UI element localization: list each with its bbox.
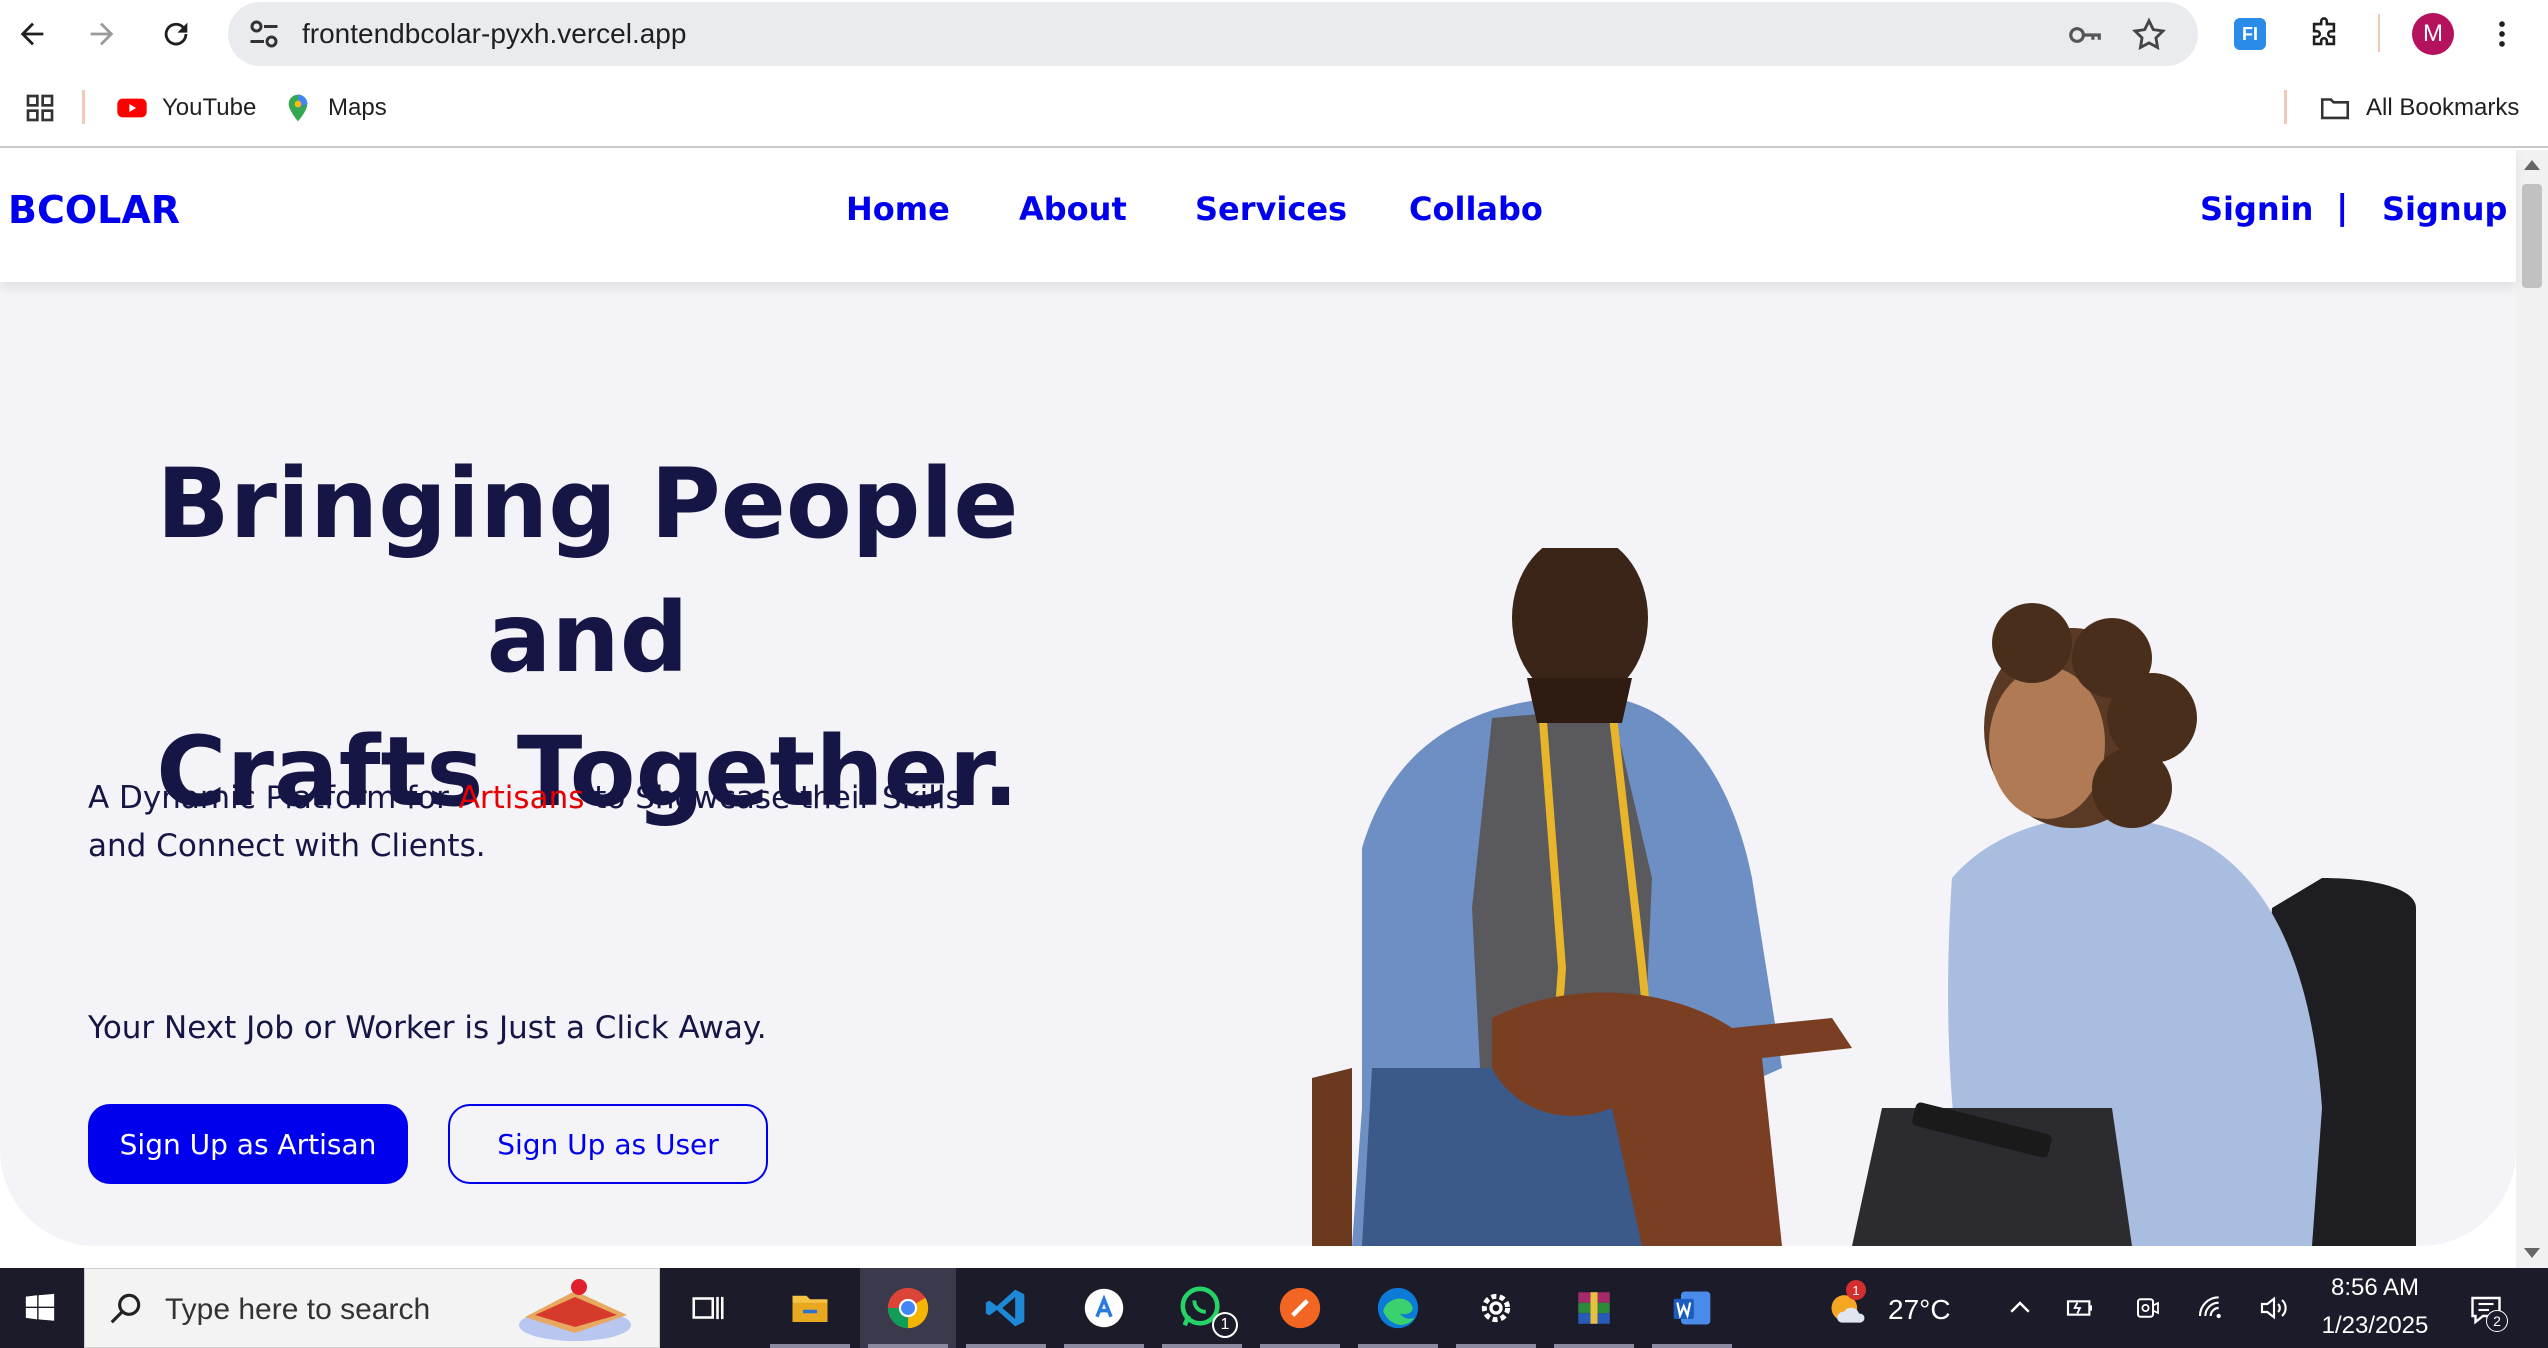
windows-logo-icon — [25, 1293, 55, 1321]
clock-date: 1/23/2025 — [2321, 1312, 2429, 1339]
toolbar-divider — [2378, 14, 2380, 52]
taskbar-edge[interactable] — [1350, 1268, 1446, 1348]
reload-icon — [164, 22, 188, 46]
weather-icon[interactable]: 1 — [1826, 1280, 1870, 1330]
app-store-icon — [1084, 1288, 1124, 1328]
taskbar-clock[interactable]: 8:56 AM 1/23/2025 — [2310, 1274, 2440, 1342]
signup-artisan-button[interactable]: Sign Up as Artisan — [88, 1104, 408, 1184]
browser-toolbar: frontendbcolar-pyxh.vercel.app FI M — [0, 0, 2548, 68]
auth-separator: | — [2336, 188, 2349, 228]
signup-user-button[interactable]: Sign Up as User — [448, 1104, 768, 1184]
taskbar-word[interactable] — [1644, 1268, 1740, 1348]
volume-icon[interactable] — [2256, 1290, 2292, 1326]
taskbar-search-box[interactable]: Type here to search — [84, 1268, 660, 1348]
scroll-down-arrow-icon[interactable] — [2524, 1248, 2540, 1258]
show-hidden-icons-chevron-icon[interactable] — [2002, 1290, 2038, 1326]
page-viewport: BCOLAR Home About Services Collabo Signi… — [0, 150, 2548, 1268]
hero-tagline: Your Next Job or Worker is Just a Click … — [88, 1010, 767, 1046]
reload-button[interactable] — [152, 10, 200, 58]
weather-temperature[interactable]: 27°C — [1888, 1294, 1951, 1326]
hero-section: Bringing People and Crafts Together. A D… — [0, 282, 2516, 1246]
taskbar-vscode[interactable] — [958, 1268, 1054, 1348]
bookmark-maps-label: Maps — [328, 94, 387, 121]
taskbar-file-explorer[interactable] — [762, 1268, 858, 1348]
taskbar-winrar[interactable] — [1546, 1268, 1642, 1348]
pie-illustration-icon — [519, 1279, 631, 1341]
word-icon — [1673, 1291, 1711, 1325]
all-bookmarks-label: All Bookmarks — [2366, 94, 2520, 121]
signin-link[interactable]: Signin — [2200, 190, 2313, 228]
bookmarks-bar: YouTube Maps All Bookmarks — [0, 68, 2548, 148]
hero-photo — [1312, 548, 2416, 1246]
hero-description: A Dynamic Platform for Artisans to Showc… — [88, 774, 968, 870]
extension-fi-icon[interactable]: FI — [2228, 12, 2272, 56]
signup-link[interactable]: Signup — [2382, 190, 2507, 228]
taskbar-chrome[interactable] — [860, 1268, 956, 1348]
bookmarks-divider — [2284, 90, 2287, 124]
nav-collabo[interactable]: Collabo — [1409, 190, 1543, 228]
nav-about[interactable]: About — [1019, 190, 1127, 228]
task-view-button[interactable] — [660, 1268, 756, 1348]
page-scrollbar[interactable] — [2516, 150, 2548, 1268]
hero-title-line1: Bringing People and — [156, 448, 1019, 694]
task-view-icon — [692, 1296, 724, 1320]
hero-desc-highlight: Artisans — [458, 780, 585, 816]
bookmarks-divider — [82, 90, 85, 124]
folder-icon — [2320, 98, 2350, 120]
taskbar-app-store[interactable] — [1056, 1268, 1152, 1348]
bookmark-star-icon[interactable] — [2130, 16, 2168, 54]
vscode-icon — [985, 1289, 1025, 1327]
taskbar-settings[interactable] — [1448, 1268, 1544, 1348]
folder-icon — [792, 1295, 828, 1322]
forward-button[interactable] — [78, 10, 126, 58]
site-settings-icon[interactable] — [246, 16, 282, 52]
taskbar-whatsapp[interactable]: 1 — [1154, 1268, 1250, 1348]
password-key-icon[interactable] — [2066, 16, 2104, 54]
url-text[interactable]: frontendbcolar-pyxh.vercel.app — [302, 18, 686, 50]
taskbar-search-placeholder: Type here to search — [165, 1293, 431, 1326]
bookmark-youtube[interactable]: YouTube — [116, 88, 256, 128]
profile-avatar[interactable]: M — [2412, 13, 2454, 55]
extensions-puzzle-icon[interactable] — [2302, 12, 2346, 56]
back-button[interactable] — [8, 10, 56, 58]
meet-now-icon[interactable] — [2130, 1290, 2166, 1326]
chrome-icon — [887, 1287, 929, 1329]
extension-fi-label: FI — [2234, 18, 2266, 50]
search-icon — [110, 1293, 141, 1324]
bookmark-maps[interactable]: Maps — [282, 88, 387, 128]
apps-grid-icon[interactable] — [24, 88, 56, 128]
youtube-icon — [117, 98, 147, 118]
clock-time: 8:56 AM — [2330, 1274, 2420, 1301]
brush-app-icon — [1279, 1287, 1321, 1329]
notifications-icon[interactable]: 2 — [2464, 1288, 2508, 1332]
start-button[interactable] — [0, 1268, 80, 1348]
battery-icon[interactable] — [2062, 1290, 2098, 1326]
notifications-badge: 2 — [2486, 1310, 2508, 1332]
browser-menu-icon[interactable] — [2480, 12, 2524, 56]
edge-icon — [1377, 1287, 1419, 1329]
whatsapp-badge: 1 — [1212, 1312, 1238, 1338]
hero-desc-start: A Dynamic Platform for — [88, 780, 459, 816]
taskbar-brush-app[interactable] — [1252, 1268, 1348, 1348]
nav-home[interactable]: Home — [846, 190, 950, 228]
bookmark-youtube-label: YouTube — [162, 94, 257, 121]
arrow-right-icon — [90, 22, 114, 46]
scroll-up-arrow-icon[interactable] — [2524, 160, 2540, 170]
site-header: BCOLAR Home About Services Collabo Signi… — [0, 150, 2516, 282]
settings-gear-icon — [1481, 1293, 1511, 1323]
address-bar[interactable]: frontendbcolar-pyxh.vercel.app — [228, 2, 2198, 66]
brand-logo[interactable]: BCOLAR — [8, 188, 180, 232]
windows-taskbar: Type here to search 1 1 27°C 8:56 AM 1/2… — [0, 1268, 2548, 1348]
maps-pin-icon — [288, 94, 308, 122]
wifi-icon[interactable] — [2194, 1290, 2230, 1326]
nav-services[interactable]: Services — [1195, 190, 1347, 228]
scroll-thumb[interactable] — [2522, 184, 2542, 288]
all-bookmarks-button[interactable]: All Bookmarks — [2318, 88, 2519, 128]
arrow-left-icon — [20, 22, 44, 46]
winrar-icon — [1578, 1292, 1610, 1324]
weather-badge: 1 — [1846, 1280, 1866, 1300]
